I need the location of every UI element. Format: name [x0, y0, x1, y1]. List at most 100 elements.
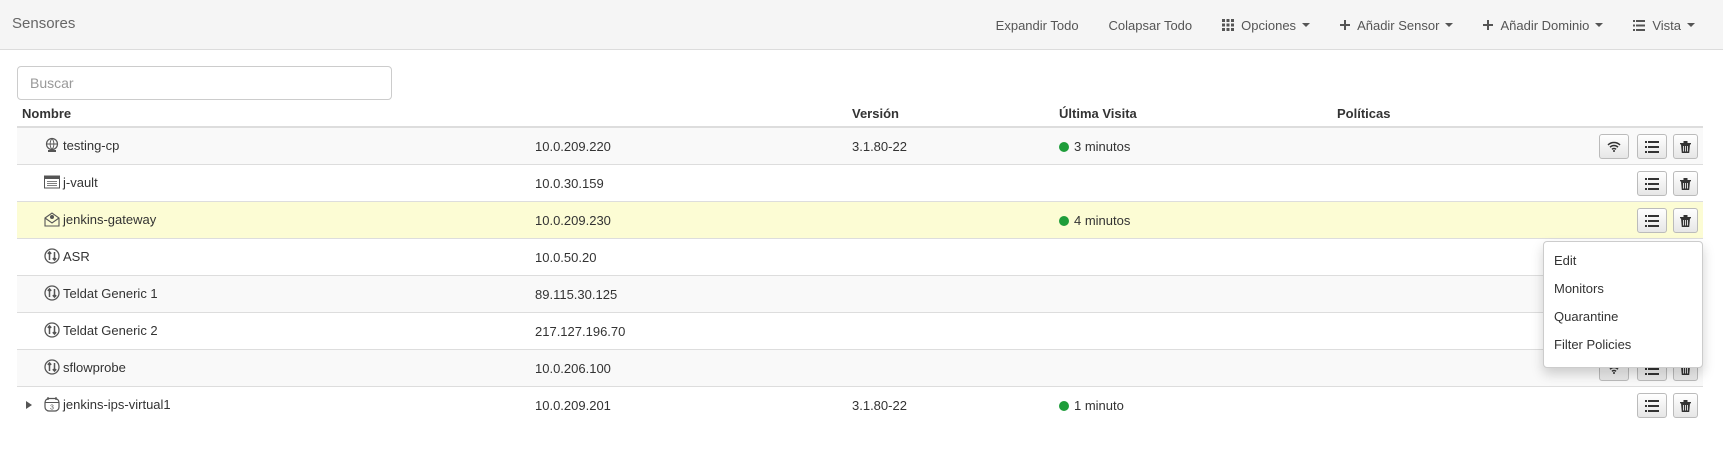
- sensor-ip: 89.115.30.125: [535, 287, 618, 302]
- column-header-last-seen[interactable]: Última Visita: [1059, 106, 1137, 121]
- menu-item-edit[interactable]: Edit: [1544, 247, 1702, 275]
- sensor-name-cell[interactable]: testing-cp: [44, 137, 119, 153]
- delete-button[interactable]: [1673, 208, 1698, 233]
- sensor-name-cell[interactable]: jenkins-gateway: [44, 211, 156, 227]
- status-online-icon: [1059, 216, 1069, 226]
- column-header-version[interactable]: Versión: [852, 106, 899, 121]
- chevron-down-icon: [1595, 23, 1604, 27]
- table-row[interactable]: Teldat Generic 1 89.115.30.125: [17, 276, 1703, 313]
- table-row[interactable]: j-vault 10.0.30.159: [17, 165, 1703, 202]
- sensor-name: sflowprobe: [63, 359, 126, 375]
- trash-icon: [1680, 140, 1691, 153]
- list-button[interactable]: [1637, 208, 1667, 233]
- add-domain-label: Añadir Dominio: [1500, 17, 1590, 33]
- delete-button[interactable]: [1673, 134, 1698, 159]
- sensor-version: 3.1.80-22: [852, 139, 907, 154]
- collapse-all-link[interactable]: Colapsar Todo: [1094, 0, 1208, 50]
- list-icon: [1645, 214, 1659, 227]
- table-row-selected[interactable]: jenkins-gateway 10.0.209.230 4 minutos: [17, 202, 1703, 239]
- top-navbar: Sensores Expandir Todo Colapsar Todo Opc…: [0, 0, 1723, 50]
- sensor-name: ASR: [63, 248, 90, 264]
- expand-all-label: Expandir Todo: [995, 17, 1079, 33]
- sensor-name-cell[interactable]: Teldat Generic 1: [44, 285, 158, 301]
- router-icon: [44, 322, 60, 338]
- list-button[interactable]: [1637, 134, 1667, 159]
- table-row[interactable]: Teldat Generic 2 217.127.196.70: [17, 313, 1703, 350]
- list-icon: [1633, 19, 1646, 31]
- router-icon: [44, 248, 60, 264]
- expand-all-link[interactable]: Expandir Todo: [981, 0, 1094, 50]
- sensor-name: jenkins-gateway: [63, 211, 157, 227]
- options-label: Opciones: [1241, 17, 1297, 33]
- sensor-name: j-vault: [63, 174, 98, 190]
- sensor-name-cell[interactable]: j-vault: [44, 174, 98, 190]
- add-sensor-dropdown[interactable]: Añadir Sensor: [1325, 0, 1468, 50]
- vault-icon: [44, 174, 60, 190]
- sensor-ip: 10.0.209.201: [535, 398, 611, 413]
- router-icon: [44, 285, 60, 301]
- plus-icon: [1340, 20, 1351, 30]
- sensor-name-cell[interactable]: sflowprobe: [44, 359, 126, 375]
- view-dropdown[interactable]: Vista: [1618, 0, 1723, 50]
- chevron-down-icon: [1687, 23, 1695, 27]
- menu-item-monitors[interactable]: Monitors: [1544, 275, 1702, 303]
- sensor-name-cell[interactable]: Teldat Generic 2: [44, 322, 158, 338]
- chevron-down-icon: [1302, 23, 1311, 27]
- sensor-ip: 10.0.209.220: [535, 139, 611, 154]
- sensor-ip: 217.127.196.70: [535, 324, 626, 339]
- router-icon: [44, 359, 60, 375]
- last-seen-text: 1 minuto: [1074, 398, 1124, 413]
- last-seen-text: 4 minutos: [1074, 213, 1131, 228]
- sensor-ip: 10.0.206.100: [535, 361, 611, 376]
- delete-button[interactable]: [1673, 393, 1698, 418]
- sensor-name: Teldat Generic 2: [63, 322, 158, 338]
- table-row[interactable]: 3 jenkins-ips-virtual1 10.0.209.201 3.1.…: [17, 387, 1703, 424]
- last-seen-text: 3 minutos: [1074, 139, 1131, 154]
- last-seen: 1 minuto: [1059, 398, 1124, 413]
- options-dropdown[interactable]: Opciones: [1207, 0, 1325, 50]
- list-button[interactable]: [1637, 171, 1667, 196]
- list-icon: [1645, 140, 1659, 153]
- row-actions-menu: Edit Monitors Quarantine Filter Policies: [1543, 241, 1703, 368]
- sensors-table: Nombre Versión Última Visita Políticas t…: [17, 104, 1703, 424]
- last-seen: 3 minutos: [1059, 139, 1130, 154]
- delete-button[interactable]: [1673, 171, 1698, 196]
- trash-icon: [1680, 214, 1691, 227]
- add-domain-dropdown[interactable]: Añadir Dominio: [1468, 0, 1618, 50]
- sensor-ip: 10.0.50.20: [535, 250, 597, 265]
- table-row[interactable]: ASR 10.0.50.20: [17, 239, 1703, 276]
- status-online-icon: [1059, 401, 1069, 411]
- add-sensor-label: Añadir Sensor: [1357, 17, 1440, 33]
- page-title[interactable]: Sensores: [12, 15, 75, 32]
- gateway-icon: [44, 211, 60, 227]
- sensor-name: Teldat Generic 1: [63, 285, 158, 301]
- table-row[interactable]: testing-cp 10.0.209.220 3.1.80-22 3 minu…: [17, 128, 1703, 165]
- list-icon: [1645, 177, 1659, 190]
- navbar-actions: Expandir Todo Colapsar Todo Opciones Aña…: [981, 0, 1723, 50]
- menu-item-filter-policies[interactable]: Filter Policies: [1544, 331, 1702, 359]
- search-input[interactable]: [17, 66, 392, 100]
- column-header-policies[interactable]: Políticas: [1337, 106, 1390, 121]
- ips-icon: 3: [44, 396, 60, 412]
- plus-icon: [1483, 20, 1494, 30]
- last-seen: 4 minutos: [1059, 213, 1130, 228]
- column-header-name[interactable]: Nombre: [22, 106, 71, 121]
- collapse-all-label: Colapsar Todo: [1108, 17, 1193, 33]
- menu-item-quarantine[interactable]: Quarantine: [1544, 303, 1702, 331]
- globe-sensor-icon: [44, 137, 60, 153]
- wifi-button[interactable]: [1599, 134, 1629, 159]
- grid-icon: [1222, 19, 1235, 31]
- expand-arrow-icon[interactable]: [26, 401, 32, 409]
- view-label: Vista: [1652, 17, 1681, 33]
- list-icon: [1645, 399, 1659, 412]
- sensor-name: jenkins-ips-virtual1: [63, 396, 171, 412]
- svg-text:3: 3: [50, 405, 54, 412]
- sensor-ip: 10.0.30.159: [535, 176, 604, 191]
- list-button[interactable]: [1637, 393, 1667, 418]
- sensor-name-cell[interactable]: ASR: [44, 248, 90, 264]
- chevron-down-icon: [1445, 23, 1454, 27]
- sensor-name-cell[interactable]: 3 jenkins-ips-virtual1: [44, 396, 171, 412]
- table-row[interactable]: sflowprobe 10.0.206.100: [17, 350, 1703, 387]
- sensor-version: 3.1.80-22: [852, 398, 907, 413]
- sensor-name: testing-cp: [63, 137, 120, 153]
